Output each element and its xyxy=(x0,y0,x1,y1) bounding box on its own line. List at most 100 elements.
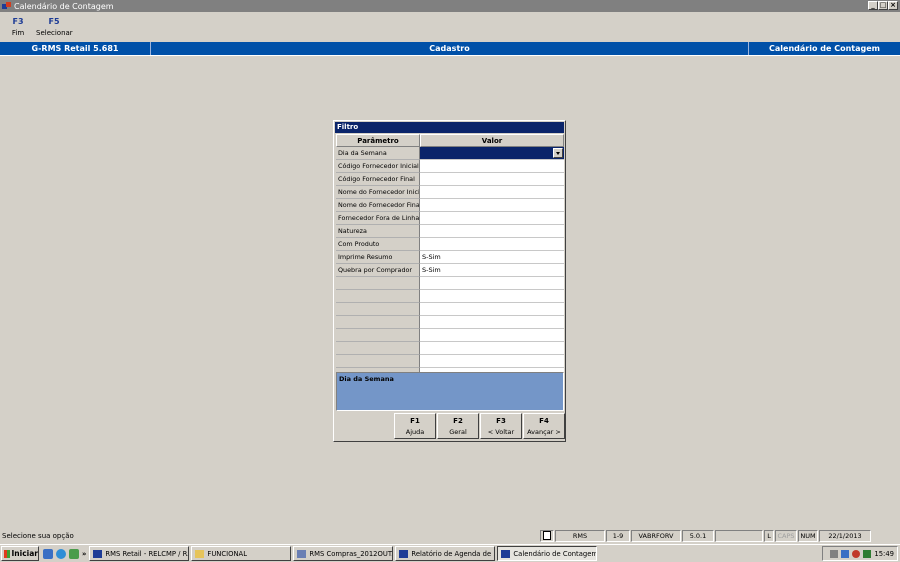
module-name: Cadastro xyxy=(151,42,749,55)
function-key-toolbar: F3 Fim F5 Selecionar xyxy=(0,14,73,40)
parameter-name-cell xyxy=(336,342,420,355)
parameter-value-cell[interactable] xyxy=(420,329,564,342)
parameter-row[interactable]: Dia da Semana xyxy=(336,147,564,160)
status-cell-l: L xyxy=(764,529,774,542)
task-rms-compras[interactable]: RMS Compras_2012OUT... xyxy=(293,546,394,561)
parameter-name-cell: Código Fornecedor Final xyxy=(336,173,420,186)
taskbar: Iniciar » RMS Retail - RELCMP / R... FUN… xyxy=(0,544,900,562)
close-button[interactable]: × xyxy=(888,1,898,10)
desktop-icon[interactable] xyxy=(43,548,53,559)
parameter-name-cell: Código Fornecedor Inicial xyxy=(336,160,420,173)
parameter-row[interactable]: Nome do Fornecedor Final xyxy=(336,199,564,212)
parameter-name-cell: Dia da Semana xyxy=(336,147,420,160)
parameter-row[interactable] xyxy=(336,329,564,342)
task-label: Calendário de Contagem xyxy=(513,549,598,558)
parameter-name-cell: Com Produto xyxy=(336,238,420,251)
grid-header: Parâmetro Valor xyxy=(336,134,564,147)
status-cell-system: RMS xyxy=(555,529,605,542)
parameter-name-cell xyxy=(336,316,420,329)
parameter-name-cell xyxy=(336,277,420,290)
parameter-row[interactable]: Com Produto xyxy=(336,238,564,251)
quick-launch xyxy=(43,548,79,559)
app-icon xyxy=(2,2,11,10)
selecionar-button[interactable]: F5 Selecionar xyxy=(36,14,73,40)
status-message: Selecione sua opção xyxy=(2,531,74,540)
task-funcional[interactable]: FUNCIONAL xyxy=(191,546,292,561)
parameter-row[interactable]: Imprime Resumo S-Sim xyxy=(336,251,564,264)
parameter-row[interactable] xyxy=(336,303,564,316)
task-rms-relcmp[interactable]: RMS Retail - RELCMP / R... xyxy=(89,546,190,561)
rms-icon xyxy=(93,549,103,558)
parameter-row[interactable]: Código Fornecedor Inicial xyxy=(336,160,564,173)
clock: 15:49 xyxy=(874,549,894,558)
monitor-icon[interactable] xyxy=(863,549,872,558)
network-icon[interactable] xyxy=(841,549,850,558)
start-button[interactable]: Iniciar xyxy=(1,546,39,561)
dropdown-arrow-icon[interactable] xyxy=(553,148,563,158)
window-controls: _ □ × xyxy=(868,1,898,10)
parameter-name-cell: Natureza xyxy=(336,225,420,238)
parameter-value-cell[interactable] xyxy=(420,342,564,355)
task-calendario-contagem[interactable]: Calendário de Contagem xyxy=(497,546,598,561)
windows-flag-icon xyxy=(4,549,10,558)
parameter-value-cell[interactable] xyxy=(420,225,564,238)
parameter-row[interactable]: Fornecedor Fora de Linha xyxy=(336,212,564,225)
parameter-row[interactable] xyxy=(336,290,564,303)
ajuda-button[interactable]: F1 Ajuda xyxy=(394,413,436,439)
fim-button[interactable]: F3 Fim xyxy=(0,14,36,40)
parameter-value-cell[interactable]: S-Sim xyxy=(420,264,564,277)
status-cell-doc xyxy=(540,529,554,542)
parameter-row[interactable]: Natureza xyxy=(336,225,564,238)
parameter-name-cell: Quebra por Comprador xyxy=(336,264,420,277)
parameter-value-cell[interactable] xyxy=(420,199,564,212)
folder-icon xyxy=(195,549,205,558)
parameter-value-cell[interactable]: S-Sim xyxy=(420,251,564,264)
rms-icon xyxy=(501,549,511,558)
geral-label: Geral xyxy=(449,428,467,436)
geral-key: F2 xyxy=(453,417,463,425)
parameter-grid: Parâmetro Valor Dia da Semana Código Forn… xyxy=(336,134,564,381)
parameter-row[interactable]: Nome do Fornecedor Inicial xyxy=(336,186,564,199)
parameter-value-cell[interactable] xyxy=(420,238,564,251)
parameter-row[interactable]: Código Fornecedor Final xyxy=(336,173,564,186)
status-cell-program: VABRFORV xyxy=(631,529,681,542)
parameter-value-cell[interactable] xyxy=(420,186,564,199)
parameter-name-cell xyxy=(336,303,420,316)
parameter-value-cell[interactable] xyxy=(420,147,564,160)
maximize-button[interactable]: □ xyxy=(878,1,888,10)
parameter-value-cell[interactable] xyxy=(420,277,564,290)
geral-button[interactable]: F2 Geral xyxy=(437,413,479,439)
task-label: RMS Compras_2012OUT... xyxy=(309,549,394,558)
parameter-value-cell[interactable] xyxy=(420,303,564,316)
parameter-row[interactable] xyxy=(336,316,564,329)
selecionar-label: Selecionar xyxy=(36,29,73,37)
parameter-value-cell[interactable] xyxy=(420,160,564,173)
minimize-button[interactable]: _ xyxy=(868,1,878,10)
start-label: Iniciar xyxy=(11,549,38,558)
voltar-button[interactable]: F3 < Voltar xyxy=(480,413,522,439)
parameter-row[interactable] xyxy=(336,277,564,290)
avancar-key: F4 xyxy=(539,417,549,425)
parameter-name-cell xyxy=(336,355,420,368)
status-cell-range: 1-9 xyxy=(606,529,630,542)
parameter-row[interactable]: Quebra por Comprador S-Sim xyxy=(336,264,564,277)
security-icon[interactable] xyxy=(852,549,861,558)
printer-icon[interactable] xyxy=(830,549,839,558)
voltar-label: < Voltar xyxy=(487,428,515,436)
column-header-parameter: Parâmetro xyxy=(336,134,420,147)
chevron-icon[interactable]: » xyxy=(82,550,86,558)
parameter-value-cell[interactable] xyxy=(420,212,564,225)
media-icon[interactable] xyxy=(69,548,79,559)
parameter-value-cell[interactable] xyxy=(420,173,564,186)
parameter-value-cell[interactable] xyxy=(420,290,564,303)
parameter-value-cell[interactable] xyxy=(420,316,564,329)
task-relatorio-agenda[interactable]: Relatório de Agenda de ... xyxy=(395,546,496,561)
ajuda-label: Ajuda xyxy=(405,428,425,436)
ajuda-key: F1 xyxy=(410,417,420,425)
parameter-row[interactable] xyxy=(336,355,564,368)
avancar-button[interactable]: F4 Avançar > xyxy=(523,413,565,439)
parameter-name-cell: Nome do Fornecedor Inicial xyxy=(336,186,420,199)
parameter-row[interactable] xyxy=(336,342,564,355)
parameter-value-cell[interactable] xyxy=(420,355,564,368)
ie-icon[interactable] xyxy=(56,548,66,559)
